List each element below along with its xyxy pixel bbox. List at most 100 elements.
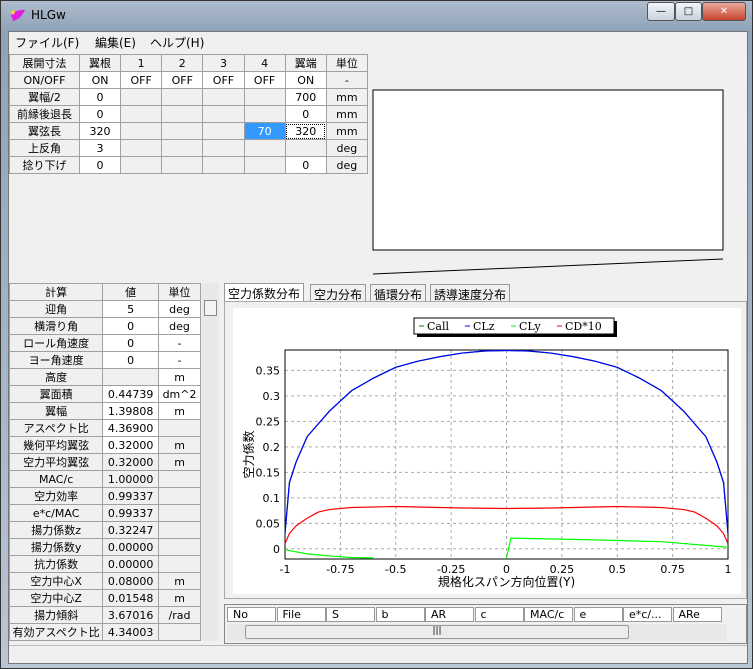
cell: m [158, 572, 201, 590]
table-row: 上反角 3 deg [9, 139, 369, 157]
cell: m [158, 453, 201, 471]
coefficient-chart: -1 -0.75 -0.5 -0.25 0 0.25 0.5 0.75 100.050.10.1… [233, 308, 741, 594]
cell: m [158, 589, 201, 607]
cell[interactable] [202, 105, 245, 123]
cell: 3.67016 [102, 606, 160, 624]
cell[interactable]: 0 [102, 334, 160, 352]
cell[interactable] [284, 139, 327, 157]
cell[interactable]: OFF [243, 71, 286, 89]
tab-circulation-distribution[interactable]: 循環分布 [370, 284, 427, 302]
menu-file[interactable]: ファイル(F) [15, 34, 79, 51]
cell[interactable] [243, 105, 286, 123]
cell[interactable]: 0 [78, 105, 122, 123]
cell[interactable] [120, 88, 163, 106]
list-column-header[interactable]: AR [425, 607, 474, 622]
cell[interactable] [161, 139, 204, 157]
table-row: ヨー角速度 0- [8, 351, 201, 369]
cell[interactable] [120, 122, 163, 140]
cell [158, 521, 201, 539]
cell: deg [325, 139, 369, 157]
scroll-thumb[interactable]: ||| [245, 625, 629, 639]
close-button[interactable]: ✕ [702, 2, 746, 21]
cell[interactable]: 0 [102, 317, 160, 335]
x-tick-label: 0.75 [660, 563, 685, 576]
list-column-header[interactable]: b [375, 607, 425, 622]
table-row: 空力中心X 0.08000 m [8, 572, 201, 590]
cell[interactable]: OFF [161, 71, 204, 89]
maximize-button[interactable]: □ [675, 2, 702, 21]
calc-vertical-scrollbar[interactable] [202, 283, 219, 641]
menu-edit[interactable]: 編集(E) [95, 34, 136, 51]
title-bar: HLGw — □ ✕ [1, 1, 753, 29]
list-column-header[interactable]: c [474, 607, 524, 622]
cell[interactable]: 0 [102, 351, 160, 369]
tab-induced-velocity-distribution[interactable]: 誘導速度分布 [430, 284, 511, 302]
list-column-header[interactable]: ARe [672, 607, 722, 622]
list-column-header[interactable]: e [573, 607, 623, 622]
x-tick-label: -0.5 [385, 563, 406, 576]
cell[interactable]: 0 [78, 156, 122, 174]
cell[interactable] [202, 88, 245, 106]
cell[interactable] [161, 122, 204, 140]
dims-header: 4 [243, 54, 286, 72]
table-row: 捻り下げ 0 0 deg [9, 156, 369, 174]
cell[interactable] [161, 105, 204, 123]
row-label: 迎角 [8, 300, 104, 318]
cell[interactable] [161, 88, 204, 106]
cell[interactable] [243, 88, 286, 106]
table-row: 空力平均翼弦 0.32000 m [8, 453, 201, 471]
row-label: 捻り下げ [9, 156, 80, 174]
row-label: 揚力傾斜 [8, 606, 104, 624]
cell[interactable] [202, 122, 245, 140]
cell[interactable]: 3 [78, 139, 122, 157]
cell[interactable] [202, 139, 245, 157]
list-horizontal-scrollbar[interactable]: ||| [227, 624, 727, 641]
calc-header: 値 [102, 283, 160, 301]
dims-header: 翼端 [284, 54, 327, 72]
cell[interactable] [243, 156, 286, 174]
cell[interactable]: 700 [284, 88, 327, 106]
cell[interactable] [120, 105, 163, 123]
cell[interactable]: 0 [284, 156, 327, 174]
y-tick-label: 0.2 [263, 441, 281, 454]
list-column-header[interactable]: MAC/c [524, 607, 573, 622]
row-label: 翼幅 [8, 402, 104, 420]
cell: - [325, 71, 369, 89]
cell[interactable]: ON [78, 71, 122, 89]
scroll-thumb[interactable] [204, 300, 217, 316]
list-column-header[interactable]: No [227, 607, 276, 622]
cell[interactable]: 70 [243, 122, 286, 140]
menu-help[interactable]: ヘルプ(H) [150, 34, 204, 51]
cell[interactable]: OFF [202, 71, 245, 89]
cell[interactable]: OFF [120, 71, 163, 89]
dims-header: 単位 [325, 54, 369, 72]
row-label: MAC/c [8, 470, 104, 488]
tab-coefficient-distribution[interactable]: 空力係数分布 [224, 283, 305, 303]
cell[interactable] [120, 156, 163, 174]
cell[interactable]: 320 [78, 122, 122, 140]
cell[interactable]: 320 [284, 122, 327, 140]
list-column-header[interactable]: e*c/... [623, 607, 672, 622]
legend-entry: CLy [519, 320, 542, 333]
wing-preview [371, 54, 747, 282]
list-column-header[interactable]: File [276, 607, 326, 622]
minimize-button[interactable]: — [647, 2, 675, 21]
cell[interactable] [243, 139, 286, 157]
dimensions-table: 展開寸法 翼根 1 2 3 4 翼端 単位 ON/OFF ON OFF OFF OFF OFF ON - 翼幅/… [9, 54, 369, 174]
cell[interactable] [202, 156, 245, 174]
cell[interactable] [120, 139, 163, 157]
cell: 4.34003 [102, 623, 160, 641]
cell[interactable]: 5 [102, 300, 160, 318]
row-label: e*c/MAC [8, 504, 104, 522]
row-label: 幾何平均翼弦 [8, 436, 104, 454]
tab-force-distribution[interactable]: 空力分布 [310, 284, 367, 302]
app-icon [10, 9, 25, 21]
cell[interactable] [161, 156, 204, 174]
cell[interactable]: 0 [284, 105, 327, 123]
cell [158, 487, 201, 505]
cell[interactable]: ON [284, 71, 327, 89]
list-column-header[interactable]: S [326, 607, 375, 622]
cell [158, 470, 201, 488]
cell[interactable]: 0 [78, 88, 122, 106]
cell[interactable] [102, 368, 160, 386]
